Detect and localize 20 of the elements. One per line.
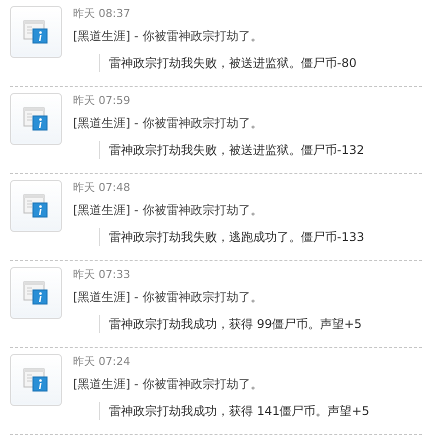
entry-detail: 雷神政宗打劫我失败，被送进监狱。僵尸币-132 xyxy=(109,143,364,157)
notice-icon xyxy=(10,267,62,319)
entry-detail: 雷神政宗打劫我成功，获得 99僵尸币。声望+5 xyxy=(109,317,362,331)
entry-detail: 雷神政宗打劫我成功，获得 141僵尸币。声望+5 xyxy=(109,404,370,418)
notice-icon xyxy=(10,354,62,406)
entry-detail: 雷神政宗打劫我失败，逃跑成功了。僵尸币-133 xyxy=(109,230,364,244)
entry-title: [黑道生涯] - 你被雷神政宗打劫了。 xyxy=(73,28,264,44)
entry-title: [黑道生涯] - 你被雷神政宗打劫了。 xyxy=(73,376,264,392)
notice-icon xyxy=(10,6,62,58)
entry-time: 昨天 07:59 xyxy=(73,93,132,109)
notice-icon xyxy=(10,180,62,232)
entry-time: 昨天 07:33 xyxy=(73,267,132,283)
notice-icon xyxy=(10,93,62,145)
entry-time: 昨天 07:48 xyxy=(73,180,132,196)
entry-title: [黑道生涯] - 你被雷神政宗打劫了。 xyxy=(73,289,264,305)
entry-detail: 雷神政宗打劫我失败，被送进监狱。僵尸币-80 xyxy=(109,56,357,70)
entry-title: [黑道生涯] - 你被雷神政宗打劫了。 xyxy=(73,115,264,131)
entry-time: 昨天 08:37 xyxy=(73,6,132,22)
entry-time: 昨天 07:24 xyxy=(73,354,132,370)
entry-title: [黑道生涯] - 你被雷神政宗打劫了。 xyxy=(73,202,264,218)
